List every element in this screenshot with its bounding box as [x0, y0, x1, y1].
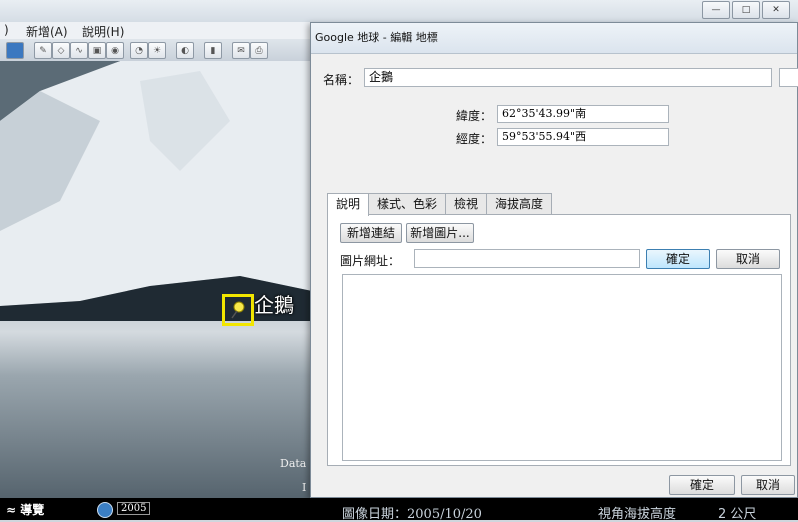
planets-icon[interactable]: ◐	[176, 42, 194, 59]
dialog-title: Google 地球 - 編輯 地標	[311, 23, 797, 54]
placemark-label[interactable]: 企鵝	[254, 289, 294, 318]
app-titlebar: — □ ✕	[0, 0, 798, 22]
placemark-highlight[interactable]	[222, 294, 254, 326]
window-controls: — □ ✕	[702, 1, 790, 19]
overlay-tool-icon[interactable]: ▣	[88, 42, 106, 59]
close-button[interactable]: ✕	[762, 1, 790, 19]
clock-icon[interactable]	[97, 502, 113, 518]
latitude-label: 緯度：	[456, 109, 493, 123]
latitude-input[interactable]: 62°35'43.99"南	[497, 105, 669, 123]
data-credit-line2: I	[302, 481, 307, 494]
data-credit: Data	[280, 457, 307, 470]
historical-imagery-icon[interactable]: ◔	[130, 42, 148, 59]
image-url-input[interactable]	[414, 249, 640, 268]
longitude-label: 經度：	[456, 132, 493, 146]
image-date: 圖像日期：2005/10/20	[342, 507, 482, 522]
maximize-button[interactable]: □	[732, 1, 760, 19]
url-cancel-button[interactable]: 取消	[716, 249, 780, 269]
sun-icon[interactable]: ☀	[148, 42, 166, 59]
tour-tool-icon[interactable]: ◉	[106, 42, 124, 59]
email-icon[interactable]: ✉	[232, 42, 250, 59]
toolbar: ✎ ◇ ∿ ▣ ◉ ◔ ☀ ◐ ▮ ✉ ⎙	[0, 39, 310, 62]
url-ok-button[interactable]: 確定	[646, 249, 710, 269]
placemark-tool-icon[interactable]: ✎	[34, 42, 52, 59]
sidebar-toggle-icon[interactable]	[6, 42, 24, 59]
ruler-icon[interactable]: ▮	[204, 42, 222, 59]
status-bar: ≈ 導覽 2005 圖像日期：2005/10/20 視角海拔高度 2 公尺	[0, 498, 798, 522]
pushpin-icon	[231, 301, 245, 319]
print-icon[interactable]: ⎙	[250, 42, 268, 59]
mountain-terrain	[0, 61, 312, 321]
menu-item-help[interactable]: 說明(H)	[82, 23, 124, 40]
tab-view[interactable]: 檢視	[445, 193, 488, 214]
add-image-button[interactable]: 新增圖片...	[406, 223, 474, 243]
description-panel: 新增連結 新增圖片... 圖片網址： 確定 取消	[327, 214, 791, 466]
menu-item-add[interactable]: 新增(A)	[26, 23, 68, 40]
tab-description[interactable]: 說明	[327, 193, 370, 216]
description-textarea[interactable]	[342, 274, 782, 461]
dialog-tabs: 說明 樣式、色彩 檢視 海拔高度	[327, 193, 553, 216]
imagery-year[interactable]: 2005	[117, 502, 151, 515]
menu-bar: ) 新增(A) 說明(H)	[0, 22, 310, 39]
navigation-toggle[interactable]: ≈ 導覽	[6, 501, 44, 518]
view-altitude: 視角海拔高度	[598, 507, 677, 522]
name-label: 名稱：	[323, 73, 360, 87]
edit-placemark-dialog: Google 地球 - 編輯 地標 名稱： 企鵝 緯度： 62°35'43.99…	[310, 22, 798, 498]
path-tool-icon[interactable]: ∿	[70, 42, 88, 59]
cancel-button[interactable]: 取消	[741, 475, 795, 495]
icon-picker-button[interactable]	[779, 68, 798, 87]
image-url-label: 圖片網址：	[340, 254, 401, 268]
add-link-button[interactable]: 新增連結	[340, 223, 402, 243]
tab-style-color[interactable]: 樣式、色彩	[368, 193, 447, 214]
minimize-button[interactable]: —	[702, 1, 730, 19]
menu-item-partial[interactable]: )	[4, 23, 9, 37]
longitude-input[interactable]: 59°53'55.94"西	[497, 128, 669, 146]
earth-view[interactable]: 企鵝 Data I	[0, 61, 312, 498]
tab-altitude[interactable]: 海拔高度	[486, 193, 553, 214]
polygon-tool-icon[interactable]: ◇	[52, 42, 70, 59]
ok-button[interactable]: 確定	[669, 475, 735, 495]
name-input[interactable]: 企鵝	[364, 68, 772, 87]
altitude-distance: 2 公尺	[718, 507, 757, 522]
